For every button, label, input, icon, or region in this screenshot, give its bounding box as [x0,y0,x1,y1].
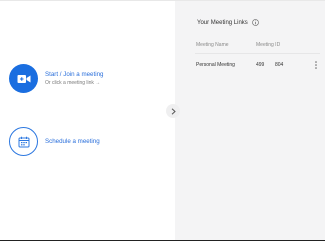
meeting-links-panel [175,1,325,240]
start-join-meeting-action[interactable]: Start / Join a meeting Or click a meetin… [9,64,103,93]
expand-panel-button[interactable] [166,104,180,118]
meeting-id-part2-cell: 804 [275,62,284,68]
calendar-icon [18,136,29,147]
click-meeting-link-hint: Or click a meeting link → [45,80,101,86]
meeting-links-title: Your Meeting Links [197,19,248,26]
video-camera-plus-icon [17,74,30,83]
info-icon[interactable] [252,19,259,26]
start-join-meeting-button[interactable] [9,64,38,93]
actions-pane: Start / Join a meeting Or click a meetin… [0,1,175,240]
meeting-id-part1-cell: 499 [256,62,265,68]
meeting-name-cell[interactable]: Personal Meeting [196,62,235,68]
table-divider [195,53,320,54]
schedule-meeting-button[interactable] [9,127,38,156]
column-header-meeting-name: Meeting Name [196,42,229,48]
meeting-home-window: Start / Join a meeting Or click a meetin… [0,0,325,241]
schedule-meeting-label[interactable]: Schedule a meeting [45,137,100,146]
more-vertical-icon[interactable] [313,60,319,70]
start-join-meeting-label[interactable]: Start / Join a meeting [45,70,103,79]
chevron-right-icon [171,107,176,115]
column-header-meeting-id: Meeting ID [256,42,281,48]
meeting-links-header: Your Meeting Links [197,19,259,26]
schedule-meeting-action[interactable]: Schedule a meeting [9,127,100,156]
